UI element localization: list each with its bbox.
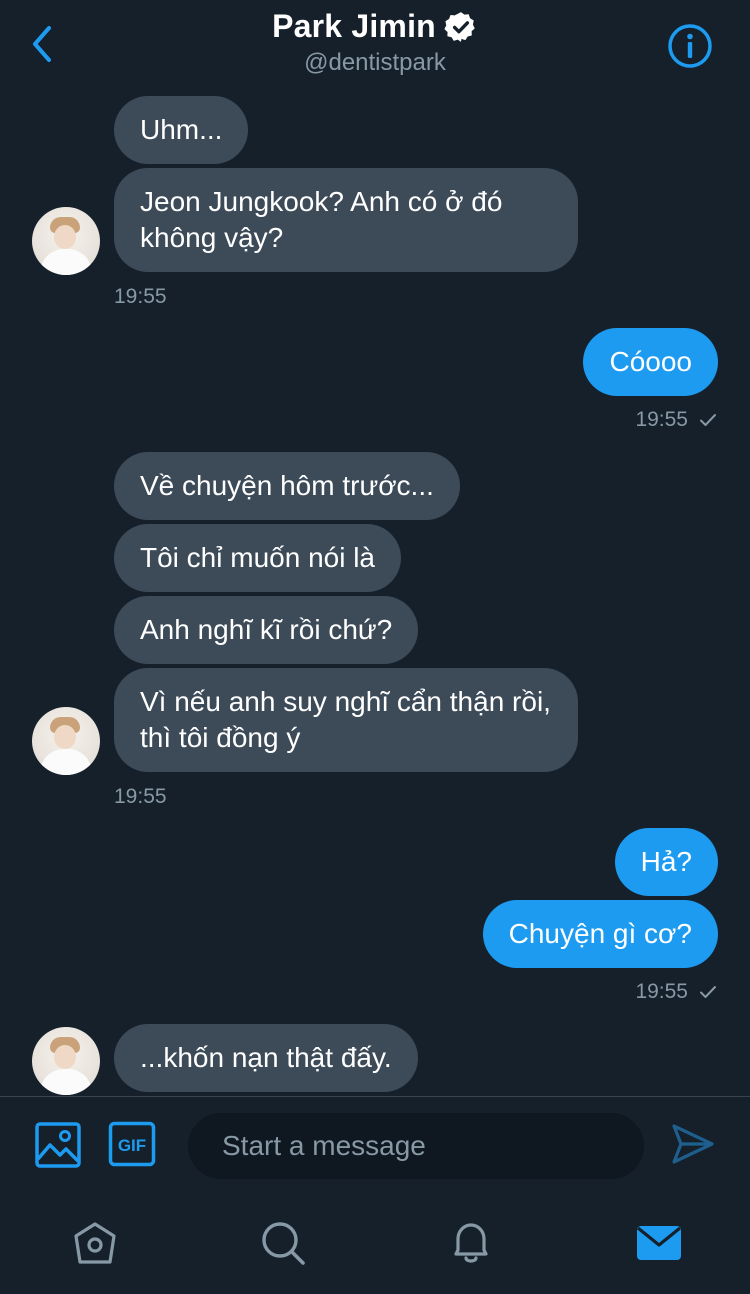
nav-notifications[interactable] [446,1218,496,1268]
contact-name: Park Jimin [272,8,436,44]
timestamp-text: 19:55 [635,980,688,1003]
received-message[interactable]: Uhm... [114,96,249,164]
received-message[interactable]: Jeon Jungkook? Anh có ở đó không vậy? [114,168,578,272]
sent-message[interactable]: Chuyện gì cơ? [482,900,718,968]
received-message[interactable]: Anh nghĩ kĩ rồi chứ? [114,596,419,664]
avatar[interactable] [32,707,100,775]
avatar[interactable] [32,207,100,275]
received-message[interactable]: Vì nếu anh suy nghĩ cẩn thận rồi, thì tô… [114,668,578,772]
nav-search[interactable] [258,1218,308,1268]
gif-icon: GIF [108,1121,156,1167]
search-icon [262,1222,305,1265]
nav-messages[interactable] [634,1218,684,1268]
send-icon [672,1124,714,1164]
message-timestamp: 19:55 [635,980,718,1004]
sent-message[interactable]: Cóooo [583,328,718,396]
home-icon [74,1222,116,1264]
message-input[interactable] [188,1113,644,1179]
timestamp-text: 19:55 [635,408,688,431]
add-gif-button[interactable]: GIF [108,1121,156,1167]
send-button[interactable] [670,1121,716,1167]
contact-handle: @dentistpark [304,49,446,76]
gif-label: GIF [118,1136,146,1155]
message-composer: GIF [0,1097,750,1197]
image-icon [35,1122,81,1168]
message-timestamp: 19:55 [635,408,718,432]
verified-badge-icon [444,11,475,42]
dm-conversation-screen: Park Jimin @dentistpark Uhm... Jeon Jung… [0,0,750,1294]
sent-check-icon [700,986,716,998]
sent-check-icon [700,414,716,426]
message-timestamp: 19:55 [114,785,167,808]
conversation-header: Park Jimin @dentistpark [0,0,750,90]
nav-home[interactable] [70,1218,120,1268]
received-message[interactable]: Về chuyện hôm trước... [114,452,460,520]
info-icon [668,24,712,68]
received-message[interactable]: ...khốn nạn thật đấy. [114,1024,418,1092]
conversation-info-button[interactable] [666,22,714,70]
bell-icon [454,1223,488,1263]
header-title-block[interactable]: Park Jimin @dentistpark [0,8,750,77]
add-image-button[interactable] [34,1121,82,1169]
avatar[interactable] [32,1027,100,1095]
message-timestamp: 19:55 [114,285,167,308]
mail-icon [636,1226,682,1260]
bottom-navigation [0,1200,750,1294]
received-message[interactable]: Tôi chỉ muốn nói là [114,524,402,592]
sent-message[interactable]: Hả? [614,828,718,896]
